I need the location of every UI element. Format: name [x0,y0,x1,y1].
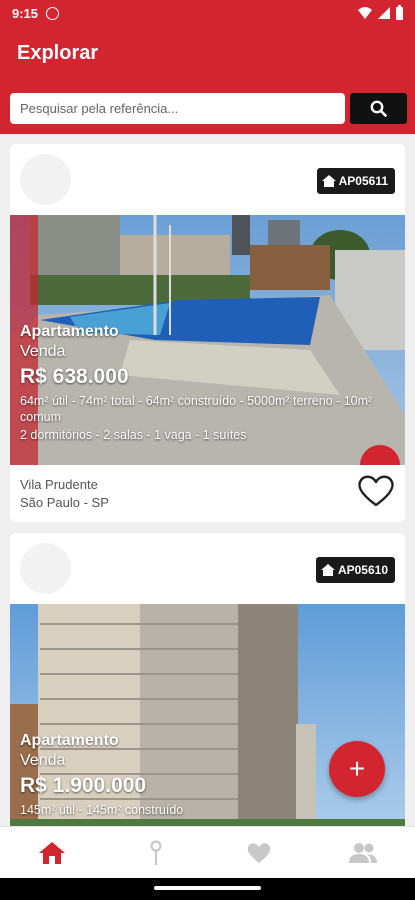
reference-code: AP05610 [337,563,388,577]
listing-type: Apartamento [20,323,119,340]
agent-avatar [20,543,71,594]
search-icon [370,100,387,117]
reference-code: AP05611 [338,174,388,188]
home-icon [38,841,65,864]
listing-price: R$ 638.000 [20,365,129,388]
plus-icon: + [348,753,366,784]
search-input[interactable] [10,93,345,124]
map-pin-icon [150,839,162,865]
system-nav-bar [0,878,415,900]
listing-deal: Venda [20,343,66,360]
listing-card[interactable]: AP05611 Apartamento Venda R$ 638.000 64m… [10,144,405,522]
bottom-navigation [0,826,415,878]
listing-neighborhood: Vila Prudente [20,477,98,492]
nav-map[interactable] [104,827,208,878]
listing-list[interactable]: AP05611 Apartamento Venda R$ 638.000 64m… [0,134,415,826]
reference-badge: AP05611 [316,168,395,194]
wifi-icon [358,7,372,19]
listing-city: São Paulo - SP [20,495,109,510]
listing-info: Apartamento Venda R$ 638.000 64m² útil -… [20,323,395,442]
listing-details: 64m² útil - 74m² total - 64m² construído… [20,394,373,424]
reference-badge: AP05610 [315,557,395,583]
listing-location: Vila Prudente São Paulo - SP [20,476,109,512]
nav-favorites[interactable] [208,827,312,878]
status-time: 9:15 [12,5,39,21]
add-button[interactable]: + [329,741,385,797]
home-gesture-handle[interactable] [154,886,261,890]
globe-icon [46,6,60,20]
heart-icon [248,842,271,863]
battery-icon [396,4,403,20]
search-button[interactable] [350,93,407,124]
app-bar: Explorar [0,26,415,134]
signal-icon [378,7,390,19]
favorite-heart-icon[interactable] [357,474,395,508]
nav-people[interactable] [311,827,415,878]
listing-rooms: 2 dormitórios - 2 salas - 1 vaga - 1 suí… [20,428,247,442]
house-icon [321,175,336,187]
nav-home[interactable] [0,827,104,878]
listing-photo[interactable]: Apartamento Venda R$ 638.000 64m² útil -… [10,215,405,465]
listing-details: 145m² útil - 145m² construído [20,803,184,817]
page-title: Explorar [17,42,99,64]
status-bar: 9:15 [0,0,415,26]
house-icon [320,564,335,576]
agent-avatar [20,154,71,205]
people-icon [349,842,378,863]
